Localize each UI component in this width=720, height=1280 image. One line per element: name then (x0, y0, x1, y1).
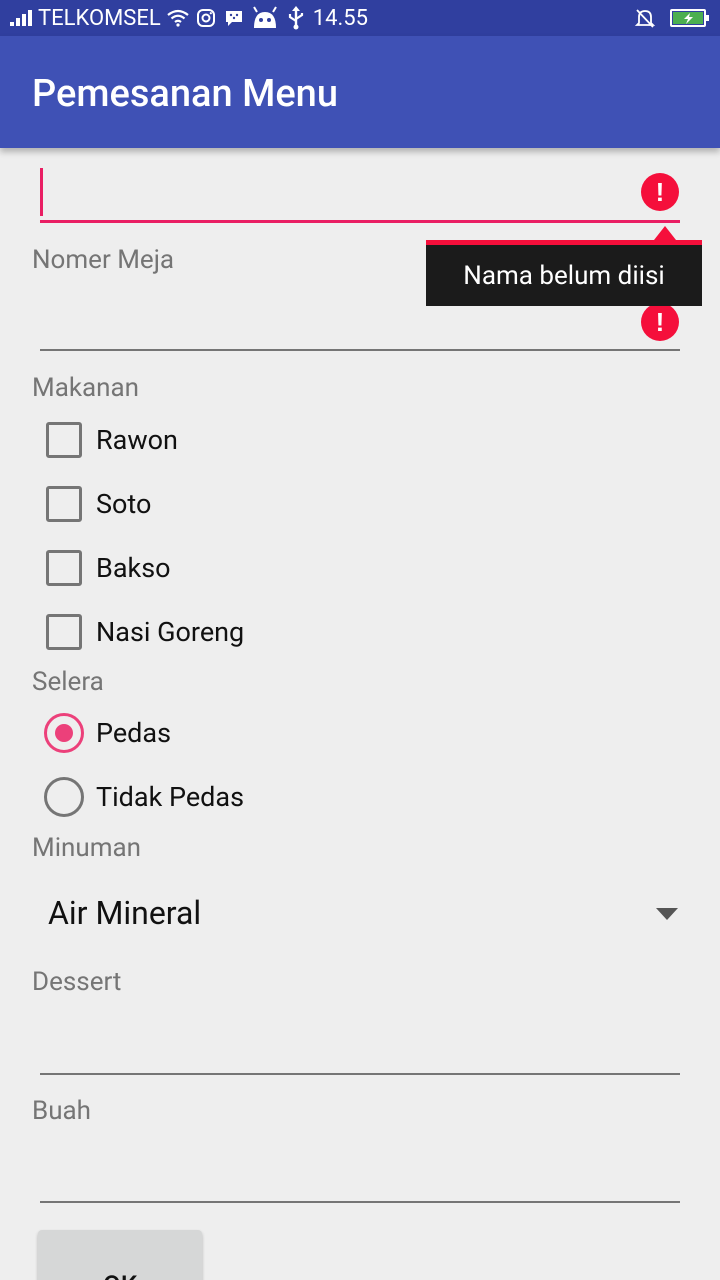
status-bar-right (634, 0, 710, 36)
dropdown-arrow-icon (656, 908, 678, 920)
wifi-icon (167, 7, 189, 29)
usb-icon (285, 6, 307, 30)
checkbox-label: Bakso (96, 552, 171, 584)
radio-label: Pedas (96, 717, 172, 749)
bbm-icon (223, 7, 245, 29)
minuman-selected-value: Air Mineral (48, 894, 202, 932)
error-tooltip-text: Nama belum diisi (463, 260, 665, 291)
checkbox-label: Rawon (96, 424, 178, 456)
minuman-spinner[interactable]: Air Mineral (40, 890, 680, 942)
buah-underline (40, 1201, 680, 1203)
ok-button[interactable]: OK (38, 1230, 202, 1280)
radio-tidak-pedas[interactable]: Tidak Pedas (44, 777, 244, 817)
checkbox-label: Soto (96, 488, 152, 520)
status-time: 14.55 (312, 5, 368, 31)
checkbox-box[interactable] (46, 614, 82, 650)
nomer-meja-underline (40, 349, 680, 351)
checkbox-box[interactable] (46, 550, 82, 586)
tooltip-arrow (654, 226, 676, 240)
selera-label: Selera (32, 667, 104, 697)
carrier-name: TELKOMSEL (38, 5, 161, 31)
checkbox-box[interactable] (46, 486, 82, 522)
nomer-meja-error-icon: ! (641, 303, 679, 341)
android-debug-icon (251, 6, 279, 29)
minuman-label: Minuman (32, 833, 142, 863)
status-bar: TELKOMSEL 14.55 (0, 0, 720, 36)
battery-icon (670, 7, 710, 29)
checkbox-bakso[interactable]: Bakso (46, 548, 171, 588)
nama-underline (40, 220, 680, 223)
radio-pedas[interactable]: Pedas (44, 713, 171, 753)
dessert-underline (40, 1073, 680, 1075)
makanan-label: Makanan (32, 373, 140, 403)
radio-button[interactable] (44, 777, 84, 817)
status-bar-left: TELKOMSEL 14.55 (10, 0, 368, 36)
checkbox-label: Nasi Goreng (96, 616, 245, 648)
checkbox-box[interactable] (46, 422, 82, 458)
app-title: Pemesanan Menu (32, 72, 338, 116)
checkbox-rawon[interactable]: Rawon (46, 420, 178, 460)
instagram-icon (195, 7, 217, 29)
app-bar: Pemesanan Menu (0, 36, 720, 148)
bell-off-icon (634, 7, 656, 29)
dessert-field[interactable] (40, 960, 680, 1076)
buah-field[interactable] (40, 1090, 680, 1204)
radio-button[interactable] (44, 713, 84, 753)
radio-label: Tidak Pedas (96, 781, 244, 813)
signal-icon (10, 10, 32, 26)
nama-field[interactable] (40, 158, 680, 226)
checkbox-soto[interactable]: Soto (46, 484, 151, 524)
checkbox-nasi-goreng[interactable]: Nasi Goreng (46, 612, 244, 652)
text-cursor (40, 168, 43, 216)
ok-button-label: OK (103, 1271, 137, 1280)
error-tooltip: Nama belum diisi (426, 240, 702, 306)
nama-error-icon: ! (641, 173, 679, 211)
